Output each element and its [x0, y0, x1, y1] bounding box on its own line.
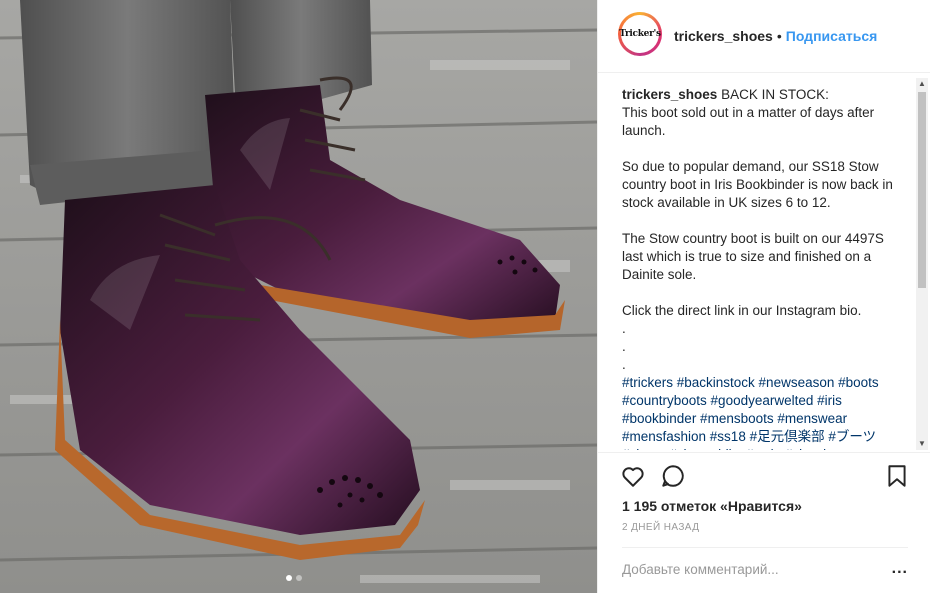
carousel-dot-active[interactable] [286, 575, 292, 581]
heart-icon[interactable] [620, 463, 646, 489]
caption-username[interactable]: trickers_shoes [622, 87, 717, 102]
carousel-dot[interactable] [296, 575, 302, 581]
comment-bar: ... [622, 547, 908, 594]
avatar-logo: Tricker's [619, 29, 661, 39]
scroll-thumb[interactable] [918, 92, 926, 288]
post-sidebar: Tricker's trickers_shoes • Подписаться tri… [597, 0, 930, 593]
caption: trickers_shoes BACK IN STOCK: This boot … [622, 86, 902, 450]
follow-button[interactable]: Подписаться [786, 28, 878, 44]
scroll-down-arrow[interactable]: ▼ [916, 438, 928, 450]
post-actions: 1 195 отметок «Нравится» 2 ДНЕЙ НАЗАД ..… [598, 452, 930, 593]
scroll-up-arrow[interactable]: ▲ [916, 78, 928, 90]
post-header: Tricker's trickers_shoes • Подписаться [598, 0, 930, 73]
username-link[interactable]: trickers_shoes [674, 28, 773, 44]
separator-dot: • [776, 28, 782, 44]
carousel-indicator [286, 575, 302, 581]
comment-input[interactable] [622, 562, 872, 577]
boots-photo [0, 0, 597, 593]
post-photo[interactable] [0, 0, 597, 593]
more-options-button[interactable]: ... [892, 560, 908, 578]
post-timestamp[interactable]: 2 ДНЕЙ НАЗАД [622, 522, 699, 533]
likes-count[interactable]: 1 195 отметок «Нравится» [622, 498, 802, 514]
bookmark-icon[interactable] [884, 463, 910, 489]
caption-hashtags[interactable]: #trickers #backinstock #newseason #boots… [622, 374, 902, 450]
caption-scrollbar[interactable]: ▲ ▼ [916, 78, 928, 450]
avatar[interactable]: Tricker's [618, 12, 662, 56]
comment-icon[interactable] [660, 463, 686, 489]
caption-text: BACK IN STOCK: This boot sold out in a m… [622, 87, 893, 372]
